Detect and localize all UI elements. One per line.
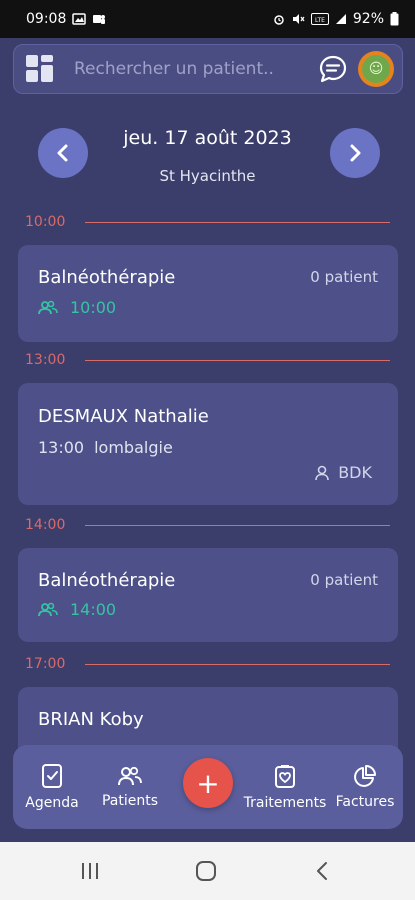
group-icon (38, 602, 58, 616)
search-input[interactable] (74, 59, 318, 79)
pie-chart-icon (354, 765, 376, 787)
battery-icon (390, 12, 399, 26)
time-divider: 14:00 (25, 515, 390, 535)
time-divider: 13:00 (25, 350, 390, 370)
volte-icon: LTE (310, 13, 329, 25)
avatar[interactable]: ☺ (358, 51, 394, 87)
gallery-icon (72, 13, 87, 25)
nav-traitements[interactable]: Traitements (243, 745, 327, 829)
time-label: 13:00 (25, 352, 66, 368)
chevron-left-icon (57, 144, 68, 162)
signal-icon (335, 14, 346, 24)
patient-name: BRIAN Koby (38, 709, 144, 730)
time-line (85, 524, 390, 526)
nav-label: Factures (335, 794, 395, 810)
time-label: 17:00 (25, 656, 66, 672)
card-title: Balnéothérapie (38, 267, 176, 288)
users-icon (118, 766, 142, 786)
card-time-row: 14:00 (38, 600, 116, 619)
dashboard-grid-icon[interactable] (26, 55, 54, 83)
svg-text:LTE: LTE (315, 17, 325, 24)
clipboard-heart-icon (275, 765, 295, 788)
time-label: 10:00 (25, 214, 66, 230)
teams-icon (93, 15, 106, 24)
patient-name: DESMAUX Nathalie (38, 406, 209, 427)
card-time-row: 10:00 (38, 298, 116, 317)
avatar-image-icon: ☺ (362, 55, 390, 83)
search-bar: ☺ (13, 44, 403, 94)
status-bar: 09:08 LTE 92% (0, 0, 415, 38)
time-line (85, 221, 390, 223)
card-time: 13:00 (38, 438, 85, 457)
group-icon (38, 300, 58, 314)
practitioner-badge: BDK (314, 463, 372, 482)
current-date[interactable]: jeu. 17 août 2023 (80, 127, 335, 149)
card-time: 10:00 (70, 298, 117, 317)
appointment-card[interactable]: DESMAUX Nathalie 13:00 lombalgie BDK (18, 383, 398, 505)
chat-icon[interactable] (318, 54, 348, 84)
mute-icon (292, 14, 305, 24)
back-icon (317, 862, 327, 880)
home-icon (196, 861, 216, 881)
practitioner-code: BDK (338, 463, 372, 482)
recent-apps-icon (82, 863, 98, 879)
nav-patients[interactable]: Patients (95, 745, 165, 829)
calendar-check-icon (42, 764, 62, 788)
recent-apps-button[interactable] (70, 842, 110, 900)
patient-count: 0 patient (310, 268, 378, 286)
time-line (85, 663, 390, 665)
time-line (85, 359, 390, 361)
nav-agenda[interactable]: Agenda (17, 745, 87, 829)
time-divider: 10:00 (25, 212, 390, 232)
nav-label: Patients (101, 793, 159, 809)
home-button[interactable] (186, 842, 226, 900)
status-left: 09:08 (26, 11, 106, 27)
card-time: 14:00 (70, 600, 117, 619)
nav-label: Agenda (25, 795, 79, 811)
time-label: 14:00 (25, 517, 66, 533)
next-day-button[interactable] (330, 128, 380, 178)
status-right: LTE 92% (273, 11, 399, 27)
time-divider: 17:00 (25, 654, 390, 674)
system-nav-bar (0, 842, 415, 900)
back-button[interactable] (302, 842, 342, 900)
nav-factures[interactable]: Factures (331, 745, 399, 829)
card-details: 13:00 lombalgie (38, 438, 173, 457)
card-title: Balnéothérapie (38, 570, 176, 591)
location-label: St Hyacinthe (159, 167, 256, 185)
user-icon (315, 465, 330, 480)
add-button[interactable]: + (183, 758, 233, 808)
appointment-card[interactable]: Balnéothérapie 0 patient 14:00 (18, 548, 398, 642)
alarm-icon (274, 15, 284, 25)
chevron-right-icon (350, 144, 361, 162)
nav-label: Traitements (243, 795, 327, 811)
patient-count: 0 patient (310, 571, 378, 589)
status-time: 09:08 (26, 11, 67, 27)
battery-percent: 92% (352, 11, 384, 27)
card-reason: lombalgie (94, 438, 173, 457)
appointment-card[interactable]: Balnéothérapie 0 patient 10:00 (18, 245, 398, 342)
